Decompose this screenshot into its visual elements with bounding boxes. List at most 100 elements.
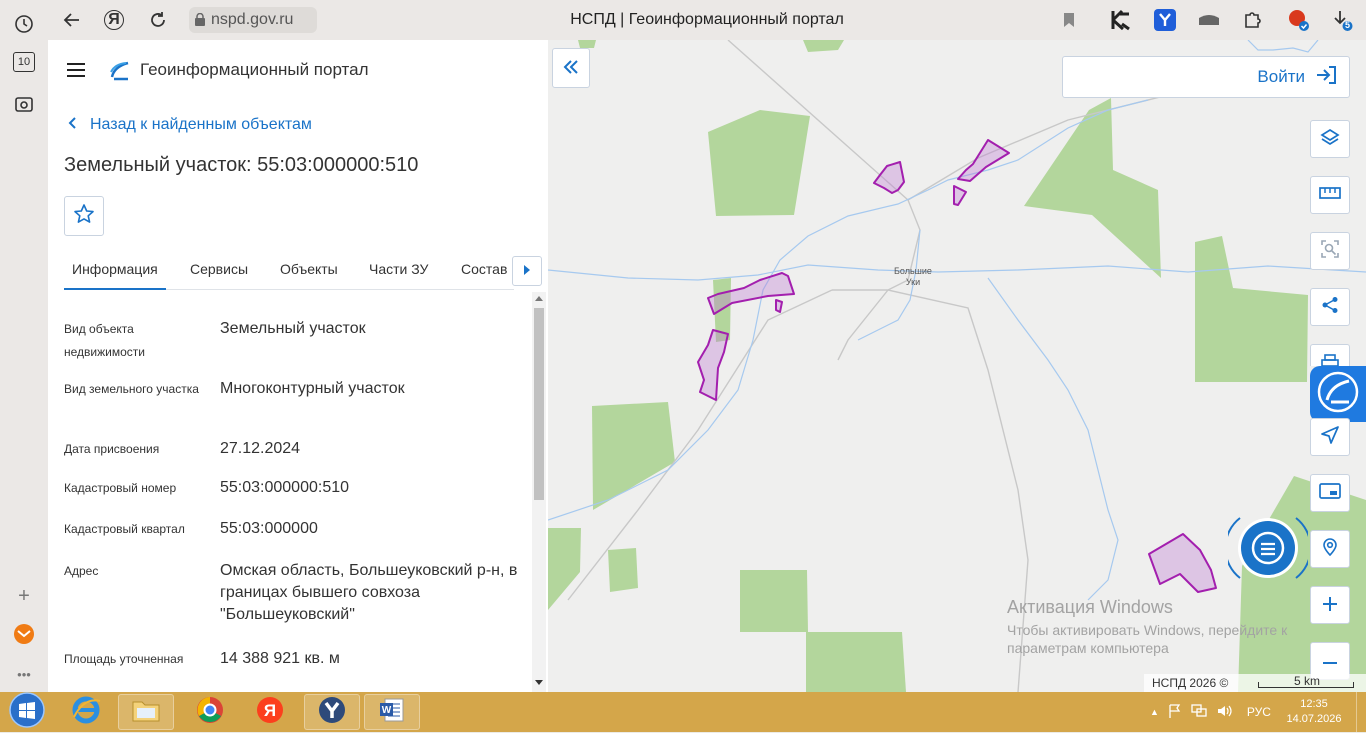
watermark-title: Активация Windows — [1007, 597, 1173, 617]
ruler-icon — [1319, 186, 1341, 204]
address-bar[interactable]: nspd.gov.ru — [189, 7, 317, 33]
volume-icon[interactable] — [1217, 704, 1233, 721]
extension-puzzle-icon[interactable] — [1242, 9, 1264, 31]
more-icon[interactable]: ••• — [12, 662, 36, 686]
bookmark-icon[interactable] — [1058, 9, 1080, 31]
taskbar-yandex[interactable]: Я — [242, 694, 298, 730]
area-select-button[interactable] — [1310, 232, 1350, 270]
plus-icon — [1322, 591, 1338, 619]
start-button[interactable] — [0, 691, 54, 733]
taskbar-clock[interactable]: 12:35 14.07.2026 — [1286, 697, 1342, 727]
object-title: Земельный участок: 55:03:000000:510 — [64, 154, 419, 176]
yandex-browser-icon — [317, 695, 347, 730]
tab-information[interactable]: Информация — [72, 261, 158, 277]
property-label: Дата присвоения — [64, 442, 160, 456]
caret-right-icon — [524, 262, 530, 280]
url-text: nspd.gov.ru — [211, 11, 294, 28]
windows-logo-icon — [9, 691, 45, 733]
taskbar-word[interactable]: W — [364, 694, 420, 730]
login-button[interactable]: Войти — [1062, 56, 1350, 98]
scroll-up-icon[interactable] — [535, 296, 543, 301]
scroll-down-icon[interactable] — [535, 680, 543, 685]
assistant-tab[interactable] — [1310, 366, 1366, 422]
scale-bar — [1258, 682, 1354, 688]
tabs-counter-icon[interactable]: 10 — [13, 52, 35, 72]
back-arrow-icon[interactable] — [60, 8, 84, 32]
portal-logo-icon — [108, 58, 132, 82]
print-button[interactable] — [1310, 344, 1350, 367]
screenshot-icon[interactable] — [12, 92, 36, 116]
properties-scrollbar[interactable] — [532, 292, 546, 692]
object-tabs: Информация Сервисы Объекты Части ЗУ Сост… — [64, 252, 514, 290]
double-chevron-left-icon — [563, 57, 579, 80]
forest-areas — [548, 40, 1366, 692]
tab-composition[interactable]: Состав — [461, 261, 507, 277]
extension-lion-icon[interactable] — [1288, 9, 1310, 31]
downloads-icon[interactable]: 5 — [1332, 9, 1354, 31]
add-icon[interactable]: + — [12, 584, 36, 608]
menu-icon[interactable] — [64, 58, 88, 82]
watermark-line1: Чтобы активировать Windows, перейдите к — [1007, 622, 1288, 638]
property-label: Адрес — [64, 564, 99, 578]
zoom-in-button[interactable] — [1310, 586, 1350, 624]
place-label: Большие Уки — [894, 266, 932, 288]
clock-date: 14.07.2026 — [1286, 713, 1342, 725]
chat-button[interactable] — [1224, 508, 1312, 588]
history-icon[interactable] — [12, 12, 36, 36]
favorite-button[interactable] — [64, 196, 104, 236]
share-button[interactable] — [1310, 288, 1350, 326]
mail-app-icon[interactable] — [12, 622, 36, 646]
taskbar-yandex-browser[interactable] — [304, 694, 360, 730]
map-canvas[interactable] — [548, 40, 1366, 692]
network-icon[interactable] — [1191, 703, 1207, 721]
map-view[interactable]: Большие Уки Войти Активация Windows Чтоб… — [548, 40, 1366, 692]
downloads-badge: 5 — [1345, 20, 1351, 30]
navigate-button[interactable] — [1310, 418, 1350, 456]
svg-text:W: W — [382, 705, 392, 716]
watermark-line2: параметрам компьютера — [1007, 640, 1169, 656]
tray-expand-icon[interactable]: ▲ — [1150, 707, 1159, 717]
tabs-scroll-right-button[interactable] — [512, 256, 542, 286]
object-info-panel: Геоинформационный портал Назад к найденн… — [48, 40, 548, 692]
language-indicator[interactable]: РУС — [1247, 705, 1271, 719]
clock-time: 12:35 — [1300, 698, 1328, 710]
layers-icon — [1320, 127, 1340, 152]
extension-k-icon[interactable] — [1110, 9, 1132, 31]
property-value: 55:03:000000 — [220, 520, 318, 537]
measure-button[interactable] — [1310, 176, 1350, 214]
extension-hat-icon[interactable] — [1198, 9, 1220, 31]
back-label: Назад к найденным объектам — [90, 116, 312, 133]
property-label: Вид объекта недвижимости — [64, 322, 145, 359]
scrollbar-thumb[interactable] — [534, 308, 544, 500]
app-title: Геоинформационный портал — [140, 60, 369, 79]
flag-icon[interactable] — [1169, 703, 1181, 721]
place-label-line2: Уки — [905, 277, 921, 287]
minimap-button[interactable] — [1310, 474, 1350, 512]
tab-services[interactable]: Сервисы — [190, 261, 248, 277]
browser-sidebar: 10 + ••• — [0, 0, 48, 692]
property-value: Омская область, Большеуковский р-н, в гр… — [220, 562, 518, 623]
place-label-line1: Большие — [894, 266, 932, 276]
property-label: Кадастровый номер — [64, 481, 177, 495]
property-value: Земельный участок — [220, 320, 366, 337]
tab-objects[interactable]: Объекты — [280, 261, 338, 277]
collapse-panel-button[interactable] — [552, 48, 590, 88]
back-to-results-link[interactable]: Назад к найденным объектам — [68, 116, 312, 134]
svg-text:Я: Я — [264, 701, 276, 720]
show-desktop-button[interactable] — [1356, 692, 1366, 732]
tabs-count: 10 — [17, 56, 31, 68]
login-icon — [1315, 65, 1337, 90]
tab-parts[interactable]: Части ЗУ — [369, 261, 428, 277]
lock-icon — [195, 12, 205, 31]
layers-button[interactable] — [1310, 120, 1350, 158]
yandex-logo-icon[interactable]: Я — [104, 10, 124, 30]
taskbar-chrome[interactable] — [182, 694, 238, 730]
taskbar-explorer[interactable] — [118, 694, 174, 730]
extension-y-icon[interactable] — [1154, 9, 1176, 31]
locate-button[interactable] — [1310, 530, 1350, 568]
location-search-icon — [1321, 537, 1339, 561]
browser-toolbar: Я nspd.gov.ru НСПД | Геоинформационный п… — [48, 0, 1366, 40]
taskbar-ie[interactable] — [58, 694, 114, 730]
reload-icon[interactable] — [146, 8, 170, 32]
yandex-icon: Я — [255, 695, 285, 730]
